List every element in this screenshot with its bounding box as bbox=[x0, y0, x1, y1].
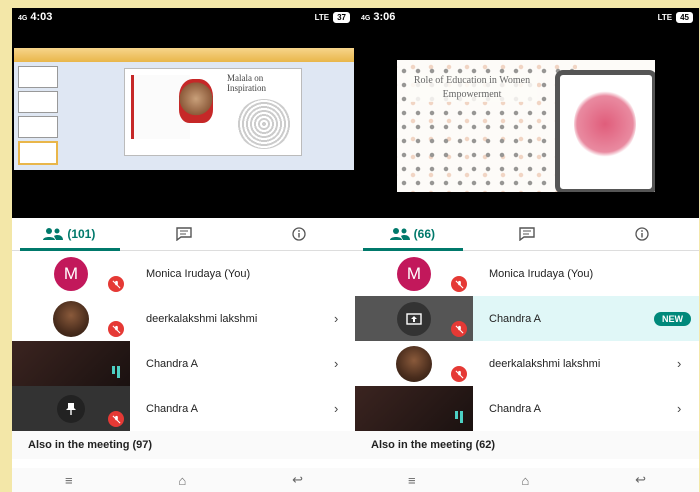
avatar bbox=[53, 300, 89, 337]
network-label: LTE bbox=[314, 12, 330, 22]
avatar: M bbox=[397, 256, 431, 291]
participant-name: deerkalakshmi lakshmi bbox=[489, 357, 601, 370]
chevron-right-icon[interactable]: › bbox=[677, 356, 699, 371]
participant-row[interactable]: deerkalakshmi lakshmi › bbox=[12, 296, 356, 341]
participant-name: Monica Irudaya (You) bbox=[489, 267, 594, 280]
chevron-right-icon[interactable]: › bbox=[334, 356, 356, 371]
avatar: M bbox=[54, 256, 88, 291]
clock: 3:06 bbox=[373, 11, 396, 23]
audio-level-icon bbox=[112, 366, 120, 378]
pin-icon bbox=[57, 394, 85, 423]
mic-off-icon bbox=[108, 411, 124, 427]
mic-off-icon bbox=[451, 366, 467, 382]
audio-level-icon bbox=[455, 411, 463, 423]
presentation-video[interactable]: Role of Education in Women Empowerment bbox=[355, 26, 699, 218]
mic-off-icon bbox=[451, 276, 467, 292]
powerpoint-window: Malala on Inspiration bbox=[14, 48, 354, 170]
signal-indicator: 4G bbox=[18, 15, 28, 22]
tab-bar: (101) bbox=[12, 218, 356, 251]
tab-people[interactable]: (101) bbox=[12, 227, 127, 241]
tab-people[interactable]: (66) bbox=[355, 227, 470, 241]
info-icon bbox=[292, 227, 306, 241]
participant-row[interactable]: Chandra A › bbox=[12, 341, 356, 386]
participant-row[interactable]: M Monica Irudaya (You) bbox=[355, 251, 699, 296]
signal-indicator: 4G bbox=[361, 15, 371, 22]
participant-thumb: M bbox=[12, 251, 130, 296]
participant-row[interactable]: Chandra A › bbox=[12, 386, 356, 431]
phone-screen-left: 4G 4:03 LTE 37 Malala on Inspiration (101… bbox=[12, 8, 356, 492]
chevron-right-icon[interactable]: › bbox=[334, 311, 356, 326]
back-nav-icon[interactable]: ↩ bbox=[635, 472, 646, 488]
people-count: (101) bbox=[67, 227, 96, 241]
chat-icon bbox=[519, 227, 535, 241]
home-nav-icon[interactable]: ⌂ bbox=[521, 473, 529, 488]
clock: 4:03 bbox=[30, 11, 53, 23]
also-in-meeting-header: Also in the meeting (62) bbox=[355, 431, 699, 459]
people-count: (66) bbox=[413, 227, 435, 241]
current-slide: Role of Education in Women Empowerment bbox=[397, 60, 655, 192]
participant-name: Chandra A bbox=[489, 402, 541, 415]
battery-icon: 45 bbox=[676, 11, 693, 23]
mic-off-icon bbox=[108, 276, 124, 292]
participant-thumb: M bbox=[355, 251, 473, 296]
battery-icon: 37 bbox=[333, 11, 350, 23]
slide-thumbnails bbox=[18, 66, 58, 165]
tab-chat[interactable] bbox=[127, 227, 242, 241]
participant-name: Chandra A bbox=[146, 402, 198, 415]
back-nav-icon[interactable]: ↩ bbox=[292, 472, 303, 488]
new-badge: NEW bbox=[654, 311, 691, 326]
tab-info[interactable] bbox=[241, 227, 356, 241]
participant-row-presenting[interactable]: Chandra A NEW bbox=[355, 296, 699, 341]
slide-title: Malala on Inspiration bbox=[227, 73, 266, 93]
participant-name: Monica Irudaya (You) bbox=[146, 267, 251, 280]
tab-info[interactable] bbox=[584, 227, 699, 241]
current-slide: Malala on Inspiration bbox=[124, 68, 302, 156]
participant-thumb bbox=[355, 296, 473, 341]
people-icon bbox=[43, 228, 64, 240]
participant-thumb bbox=[12, 296, 130, 341]
participant-name: Chandra A bbox=[489, 312, 541, 325]
info-icon bbox=[635, 227, 649, 241]
mic-off-icon bbox=[108, 321, 124, 337]
participant-name: deerkalakshmi lakshmi bbox=[146, 312, 258, 325]
ribbon-toolbar bbox=[14, 48, 354, 62]
chevron-right-icon[interactable]: › bbox=[677, 401, 699, 416]
participant-name: Chandra A bbox=[146, 357, 198, 370]
network-label: LTE bbox=[657, 12, 673, 22]
participant-row[interactable]: deerkalakshmi lakshmi › bbox=[355, 341, 699, 386]
menu-nav-icon[interactable]: ≡ bbox=[408, 473, 416, 488]
participant-thumb bbox=[355, 341, 473, 386]
chat-icon bbox=[176, 227, 192, 241]
phone-screen-right: 4G 3:06 LTE 45 Role of Education in Women… bbox=[355, 8, 699, 492]
participant-row[interactable]: M Monica Irudaya (You) bbox=[12, 251, 356, 296]
tab-chat[interactable] bbox=[470, 227, 585, 241]
slide-illustration bbox=[555, 70, 655, 192]
participant-video bbox=[355, 386, 473, 431]
participant-thumb bbox=[12, 386, 130, 431]
present-icon bbox=[397, 301, 431, 336]
participant-video bbox=[12, 341, 130, 386]
avatar bbox=[396, 345, 432, 382]
status-bar: 4G 4:03 LTE 37 bbox=[12, 8, 356, 26]
participant-row[interactable]: Chandra A › bbox=[355, 386, 699, 431]
mic-off-icon bbox=[451, 321, 467, 337]
also-in-meeting-header: Also in the meeting (97) bbox=[12, 431, 356, 459]
android-nav-bar: ≡ ⌂ ↩ bbox=[12, 468, 356, 492]
presentation-video[interactable]: Malala on Inspiration bbox=[12, 26, 356, 218]
people-icon bbox=[389, 228, 410, 240]
tab-bar: (66) bbox=[355, 218, 699, 251]
android-nav-bar: ≡ ⌂ ↩ bbox=[355, 468, 699, 492]
home-nav-icon[interactable]: ⌂ bbox=[178, 473, 186, 488]
slide-title: Role of Education in Women Empowerment bbox=[407, 74, 537, 102]
menu-nav-icon[interactable]: ≡ bbox=[65, 473, 73, 488]
chevron-right-icon[interactable]: › bbox=[334, 401, 356, 416]
status-bar: 4G 3:06 LTE 45 bbox=[355, 8, 699, 26]
